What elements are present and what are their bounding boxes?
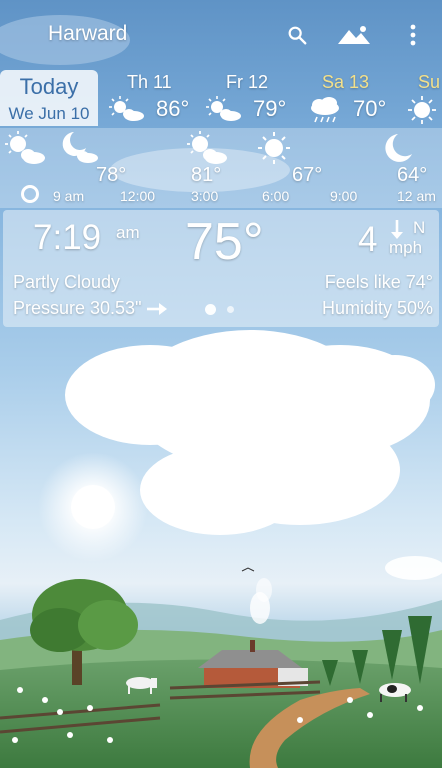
landscape-photo-icon[interactable] — [337, 22, 371, 48]
day-name: Sa 13 — [322, 72, 370, 92]
search-icon[interactable] — [284, 22, 310, 48]
more-vert-icon[interactable] — [400, 22, 426, 48]
page-indicator[interactable] — [227, 306, 234, 313]
hour-time: 12 am — [397, 188, 436, 204]
partly-cloudy-icon — [206, 96, 241, 121]
hour-time: 9 am — [53, 188, 85, 204]
moon-icon — [385, 134, 412, 162]
app-bar: Harward — [0, 0, 442, 68]
humidity-text: Humidity 50% — [321, 298, 433, 318]
day-tab[interactable]: Sa 13 70° — [305, 68, 395, 128]
current-temperature: 75° — [185, 213, 264, 271]
page-indicator-active[interactable] — [205, 304, 216, 315]
hour-time: 12:00 — [120, 188, 156, 204]
hour-temp: 78° — [96, 164, 127, 186]
location-title[interactable]: Harward — [48, 22, 127, 46]
current-ampm: am — [116, 223, 140, 242]
day-tab-today[interactable]: Today We Jun 10 — [0, 70, 98, 126]
wind-unit: mph — [389, 238, 423, 257]
current-hour-marker — [21, 185, 39, 203]
hour-temp: 81° — [191, 164, 222, 186]
daily-forecast-strip: Today We Jun 10 Th 11 86° Fr 12 79° Sa 1… — [0, 68, 442, 128]
feels-like-text: Feels like 74° — [324, 272, 433, 292]
day-temp: 86° — [156, 96, 190, 121]
wind-direction-arrow-icon — [391, 220, 403, 239]
today-label: Today — [19, 74, 79, 99]
current-conditions-card[interactable]: 7:19 am 75° 4 N mph Partly Cloudy Pressu… — [3, 210, 439, 327]
pressure-text: Pressure 30.53" — [13, 298, 142, 318]
partly-cloudy-icon — [187, 131, 227, 164]
day-temp: 79° — [253, 96, 287, 121]
hour-time: 6:00 — [262, 188, 290, 204]
day-name: Su — [418, 72, 441, 92]
rain-icon — [311, 97, 339, 123]
sun-icon — [408, 96, 436, 124]
wind-direction: N — [413, 218, 426, 237]
hour-time: 9:00 — [330, 188, 358, 204]
hour-time: 3:00 — [191, 188, 219, 204]
day-name: Fr 12 — [226, 72, 269, 92]
day-temp: 70° — [353, 96, 387, 121]
day-tab[interactable]: Th 11 86° — [108, 68, 198, 128]
hour-temp: 64° — [397, 164, 428, 186]
pressure-trend-arrow-icon — [147, 303, 167, 315]
partly-cloudy-icon — [109, 96, 144, 121]
hour-temp: 67° — [292, 164, 323, 186]
condition-text: Partly Cloudy — [13, 272, 121, 292]
hourly-forecast-strip: 78° 81° 67° 64° 9 am 12:00 3:00 6:00 9:0… — [0, 128, 442, 208]
moon-cloud-icon — [62, 132, 98, 163]
wind-speed: 4 — [358, 220, 378, 259]
day-tab[interactable]: Fr 12 79° — [205, 68, 295, 128]
partly-cloudy-icon — [5, 131, 45, 164]
today-date: We Jun 10 — [8, 104, 90, 123]
current-time: 7:19 — [33, 218, 102, 257]
weather-app: Harward Today We Jun 10 Th 11 86° Fr 12 — [0, 0, 442, 768]
day-tab[interactable]: Su — [404, 68, 442, 128]
sun-icon — [258, 132, 290, 164]
day-name: Th 11 — [127, 72, 172, 92]
